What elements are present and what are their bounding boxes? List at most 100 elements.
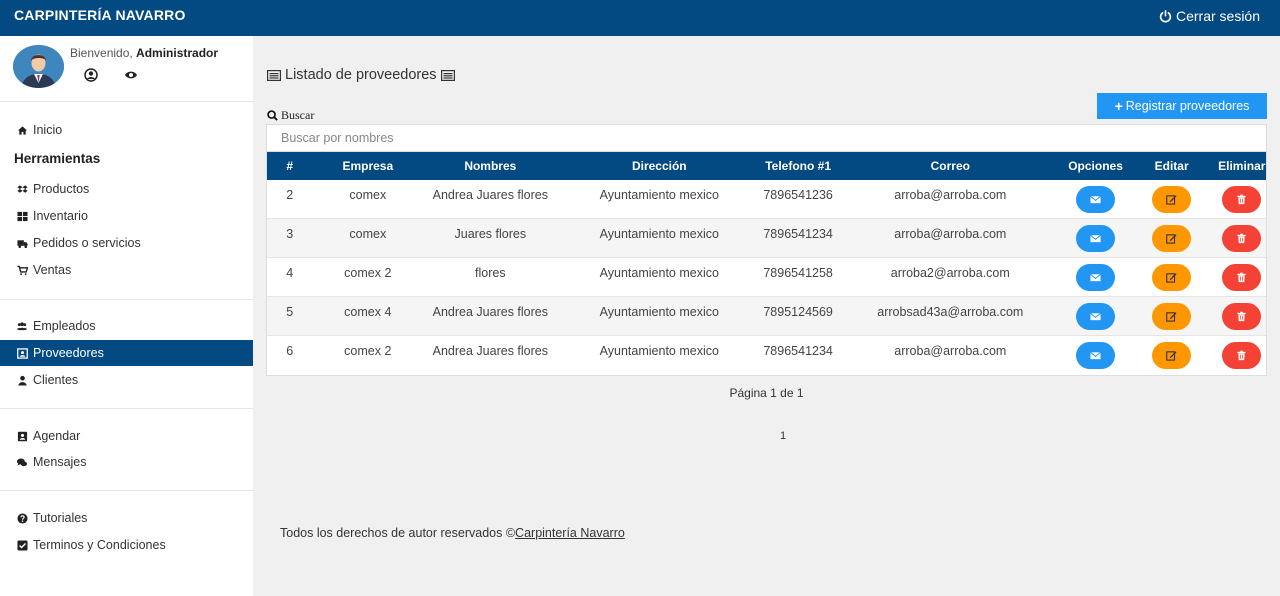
sidebar-item-pedidos[interactable]: Pedidos o servicios bbox=[0, 230, 253, 256]
power-icon bbox=[1159, 9, 1172, 22]
email-button[interactable] bbox=[1076, 186, 1116, 213]
search-label-text: Buscar bbox=[281, 108, 315, 122]
user-circle-icon[interactable] bbox=[84, 68, 98, 82]
trash-icon bbox=[1237, 233, 1246, 244]
cell-telefono: 7896541236 bbox=[763, 188, 833, 202]
sidebar-divider bbox=[0, 408, 253, 409]
cell-id: 6 bbox=[286, 344, 294, 358]
page-title: Listado de proveedores bbox=[267, 67, 455, 83]
register-supplier-label: Registrar proveedores bbox=[1125, 99, 1250, 113]
truck-icon bbox=[16, 237, 28, 249]
page-number-link[interactable]: 1 bbox=[253, 430, 1280, 442]
sidebar-item-label: Empleados bbox=[33, 319, 96, 333]
envelope-icon bbox=[1090, 273, 1101, 282]
register-supplier-button[interactable]: + Registrar proveedores bbox=[1097, 93, 1267, 119]
sidebar-item-ventas[interactable]: Ventas bbox=[0, 257, 253, 283]
delete-button[interactable] bbox=[1222, 342, 1262, 369]
eye-icon[interactable] bbox=[124, 68, 138, 82]
envelope-icon bbox=[1090, 234, 1101, 243]
sidebar-item-label: Terminos y Condiciones bbox=[33, 538, 166, 552]
cell-id: 4 bbox=[286, 266, 294, 280]
email-button[interactable] bbox=[1076, 342, 1116, 369]
edit-button[interactable] bbox=[1152, 342, 1192, 369]
trash-icon bbox=[1237, 311, 1246, 322]
search-label: Buscar bbox=[267, 108, 314, 123]
check-square-icon bbox=[16, 539, 28, 551]
cart-icon bbox=[16, 264, 28, 276]
cell-telefono: 7896541234 bbox=[763, 227, 833, 241]
sidebar-item-proveedores[interactable]: Proveedores bbox=[0, 340, 253, 366]
cell-correo: arroba@arroba.com bbox=[894, 344, 1007, 358]
list-alt-icon bbox=[440, 69, 455, 81]
cell-nombres: Andrea Juares flores bbox=[432, 188, 548, 202]
search-input[interactable] bbox=[266, 124, 1267, 152]
table-row: 4 comex 2 flores Ayuntamiento mexico 789… bbox=[267, 258, 1266, 297]
plus-icon: + bbox=[1114, 98, 1123, 114]
sidebar-item-mensajes[interactable]: Mensajes bbox=[0, 449, 253, 475]
users-icon bbox=[16, 320, 28, 332]
sidebar-item-inventario[interactable]: Inventario bbox=[0, 203, 253, 229]
sidebar-item-empleados[interactable]: Empleados bbox=[0, 313, 253, 339]
sidebar-item-agendar[interactable]: Agendar bbox=[0, 423, 253, 449]
avatar bbox=[13, 45, 64, 88]
sidebar-item-productos[interactable]: Productos bbox=[0, 176, 253, 202]
trash-icon bbox=[1237, 194, 1246, 205]
envelope-icon bbox=[1090, 312, 1101, 321]
cell-nombres: Andrea Juares flores bbox=[432, 305, 548, 319]
sidebar-item-inicio[interactable]: Inicio bbox=[0, 117, 253, 143]
trash-icon bbox=[1237, 272, 1246, 283]
table-row: 6 comex 2 Andrea Juares flores Ayuntamie… bbox=[267, 336, 1266, 375]
cell-telefono: 7896541258 bbox=[763, 266, 833, 280]
edit-icon bbox=[1166, 195, 1177, 205]
suppliers-table: # Empresa Nombres Dirección Telefono #1 … bbox=[266, 152, 1267, 376]
page-title-text: Listado de proveedores bbox=[285, 67, 437, 83]
search-icon bbox=[267, 110, 278, 121]
sidebar-item-clientes[interactable]: Clientes bbox=[0, 367, 253, 393]
contact-book-icon bbox=[16, 430, 28, 442]
cell-direccion: Ayuntamiento mexico bbox=[599, 344, 719, 358]
edit-icon bbox=[1166, 234, 1177, 244]
table-row: 5 comex 4 Andrea Juares flores Ayuntamie… bbox=[267, 297, 1266, 336]
delete-button[interactable] bbox=[1222, 264, 1262, 291]
footer: Todos los derechos de autor reservados ©… bbox=[280, 526, 625, 540]
id-card-icon bbox=[16, 347, 28, 359]
edit-button[interactable] bbox=[1152, 225, 1192, 252]
sidebar-section-title: Herramientas bbox=[14, 151, 101, 166]
cell-empresa: comex 2 bbox=[344, 344, 392, 358]
comments-icon bbox=[16, 456, 28, 468]
sidebar-item-label: Proveedores bbox=[33, 346, 104, 360]
logout-label: Cerrar sesión bbox=[1175, 8, 1260, 24]
edit-icon bbox=[1166, 312, 1177, 322]
user-name: Administrador bbox=[136, 46, 219, 60]
cell-correo: arrobsad43a@arroba.com bbox=[877, 305, 1024, 319]
sidebar-item-label: Agendar bbox=[33, 429, 81, 443]
sidebar-item-label: Inventario bbox=[33, 209, 88, 223]
edit-button[interactable] bbox=[1152, 186, 1192, 213]
logout-button[interactable]: Cerrar sesión bbox=[1159, 8, 1260, 24]
table-header: # Empresa Nombres Dirección Telefono #1 … bbox=[267, 152, 1266, 180]
dropbox-icon bbox=[16, 183, 28, 195]
cell-empresa: comex 4 bbox=[344, 305, 392, 319]
email-button[interactable] bbox=[1076, 264, 1116, 291]
sidebar-item-tutoriales[interactable]: Tutoriales bbox=[0, 505, 253, 531]
footer-link[interactable]: Carpintería Navarro bbox=[515, 526, 625, 540]
delete-button[interactable] bbox=[1222, 225, 1262, 252]
home-icon bbox=[16, 124, 28, 136]
edit-button[interactable] bbox=[1152, 264, 1192, 291]
column-header: Opciones bbox=[1068, 159, 1123, 173]
sidebar-item-label: Clientes bbox=[33, 373, 79, 387]
sidebar-item-label: Tutoriales bbox=[33, 511, 88, 525]
cell-direccion: Ayuntamiento mexico bbox=[599, 227, 719, 241]
email-button[interactable] bbox=[1076, 303, 1116, 330]
email-button[interactable] bbox=[1076, 225, 1116, 252]
edit-button[interactable] bbox=[1152, 303, 1192, 330]
column-header: Nombres bbox=[464, 159, 517, 173]
column-header: Empresa bbox=[342, 159, 394, 173]
trash-icon bbox=[1237, 350, 1246, 361]
delete-button[interactable] bbox=[1222, 303, 1262, 330]
cell-empresa: comex bbox=[349, 188, 387, 202]
column-header: Dirección bbox=[631, 159, 687, 173]
delete-button[interactable] bbox=[1222, 186, 1262, 213]
cell-id: 3 bbox=[286, 227, 294, 241]
sidebar-item-terminos[interactable]: Terminos y Condiciones bbox=[0, 532, 253, 558]
